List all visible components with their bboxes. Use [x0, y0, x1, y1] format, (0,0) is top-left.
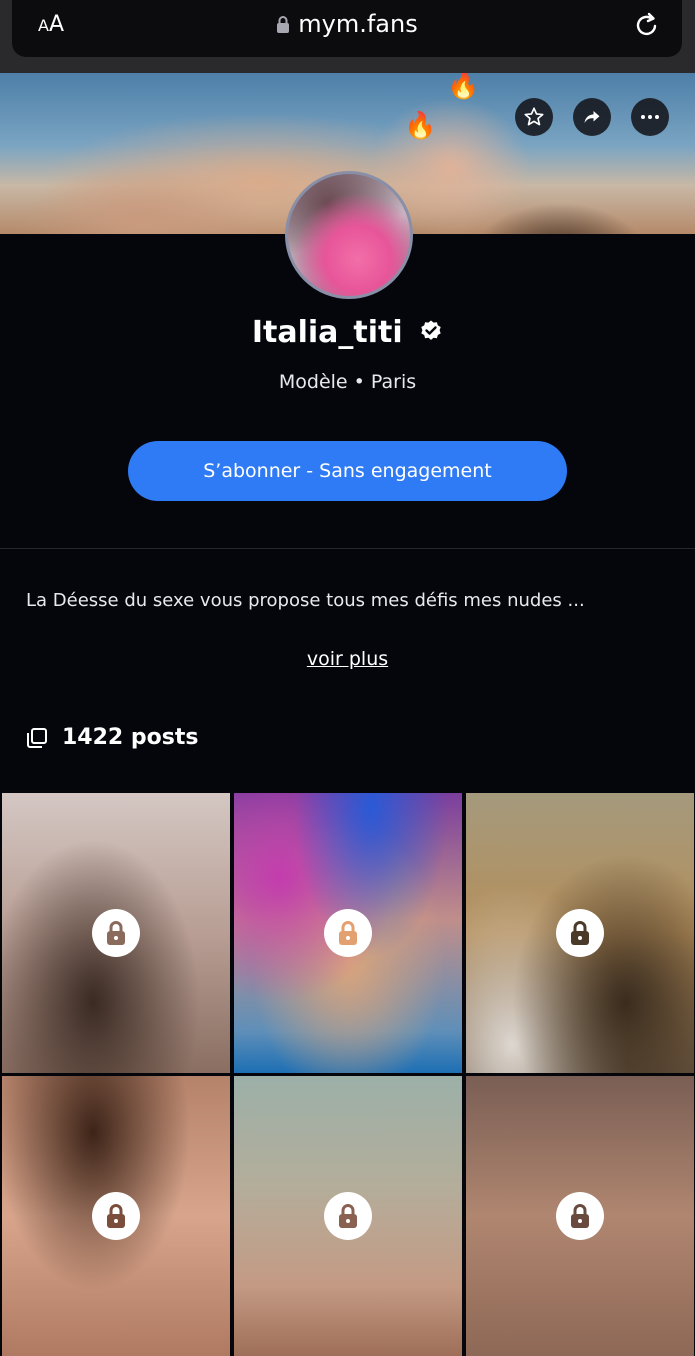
- lock-icon: [324, 909, 372, 957]
- divider: [0, 548, 695, 549]
- profile-name: Italia_titi: [251, 315, 403, 350]
- locked-post[interactable]: [234, 793, 462, 1073]
- url-text: mym.fans: [298, 10, 418, 38]
- address-bar[interactable]: AA mym.fans: [12, 0, 682, 57]
- lock-icon: [92, 1192, 140, 1240]
- more-icon: [641, 115, 659, 119]
- verified-icon: [419, 316, 443, 351]
- more-options-button[interactable]: [631, 98, 669, 136]
- profile-bio: La Déesse du sexe vous propose tous mes …: [26, 590, 585, 611]
- fire-icon: 🔥: [404, 111, 437, 141]
- locked-post[interactable]: [234, 1076, 462, 1356]
- profile-name-row: Italia_titi: [0, 315, 695, 351]
- subscribe-button[interactable]: S’abonner - Sans engagement: [128, 441, 567, 501]
- reload-icon[interactable]: [634, 11, 660, 43]
- star-icon: [524, 107, 544, 126]
- lock-icon: [556, 1192, 604, 1240]
- posts-count: 1422 posts: [26, 725, 198, 750]
- posts-icon: [27, 727, 47, 748]
- locked-post[interactable]: [2, 793, 230, 1073]
- favorite-button[interactable]: [515, 98, 553, 136]
- share-icon: [584, 111, 600, 123]
- lock-icon: [324, 1192, 372, 1240]
- lock-icon: [92, 909, 140, 957]
- fire-icon: 🔥: [447, 73, 480, 101]
- profile-subtitle: Modèle • Paris: [278, 371, 417, 393]
- lock-icon: [556, 909, 604, 957]
- see-more-link[interactable]: voir plus: [0, 648, 695, 670]
- share-button[interactable]: [573, 98, 611, 136]
- posts-count-label: 1422 posts: [62, 725, 199, 750]
- lock-icon: [276, 11, 290, 39]
- locked-post[interactable]: [466, 793, 694, 1073]
- avatar[interactable]: [285, 171, 413, 299]
- locked-post[interactable]: [2, 1076, 230, 1356]
- locked-post[interactable]: [466, 1076, 694, 1356]
